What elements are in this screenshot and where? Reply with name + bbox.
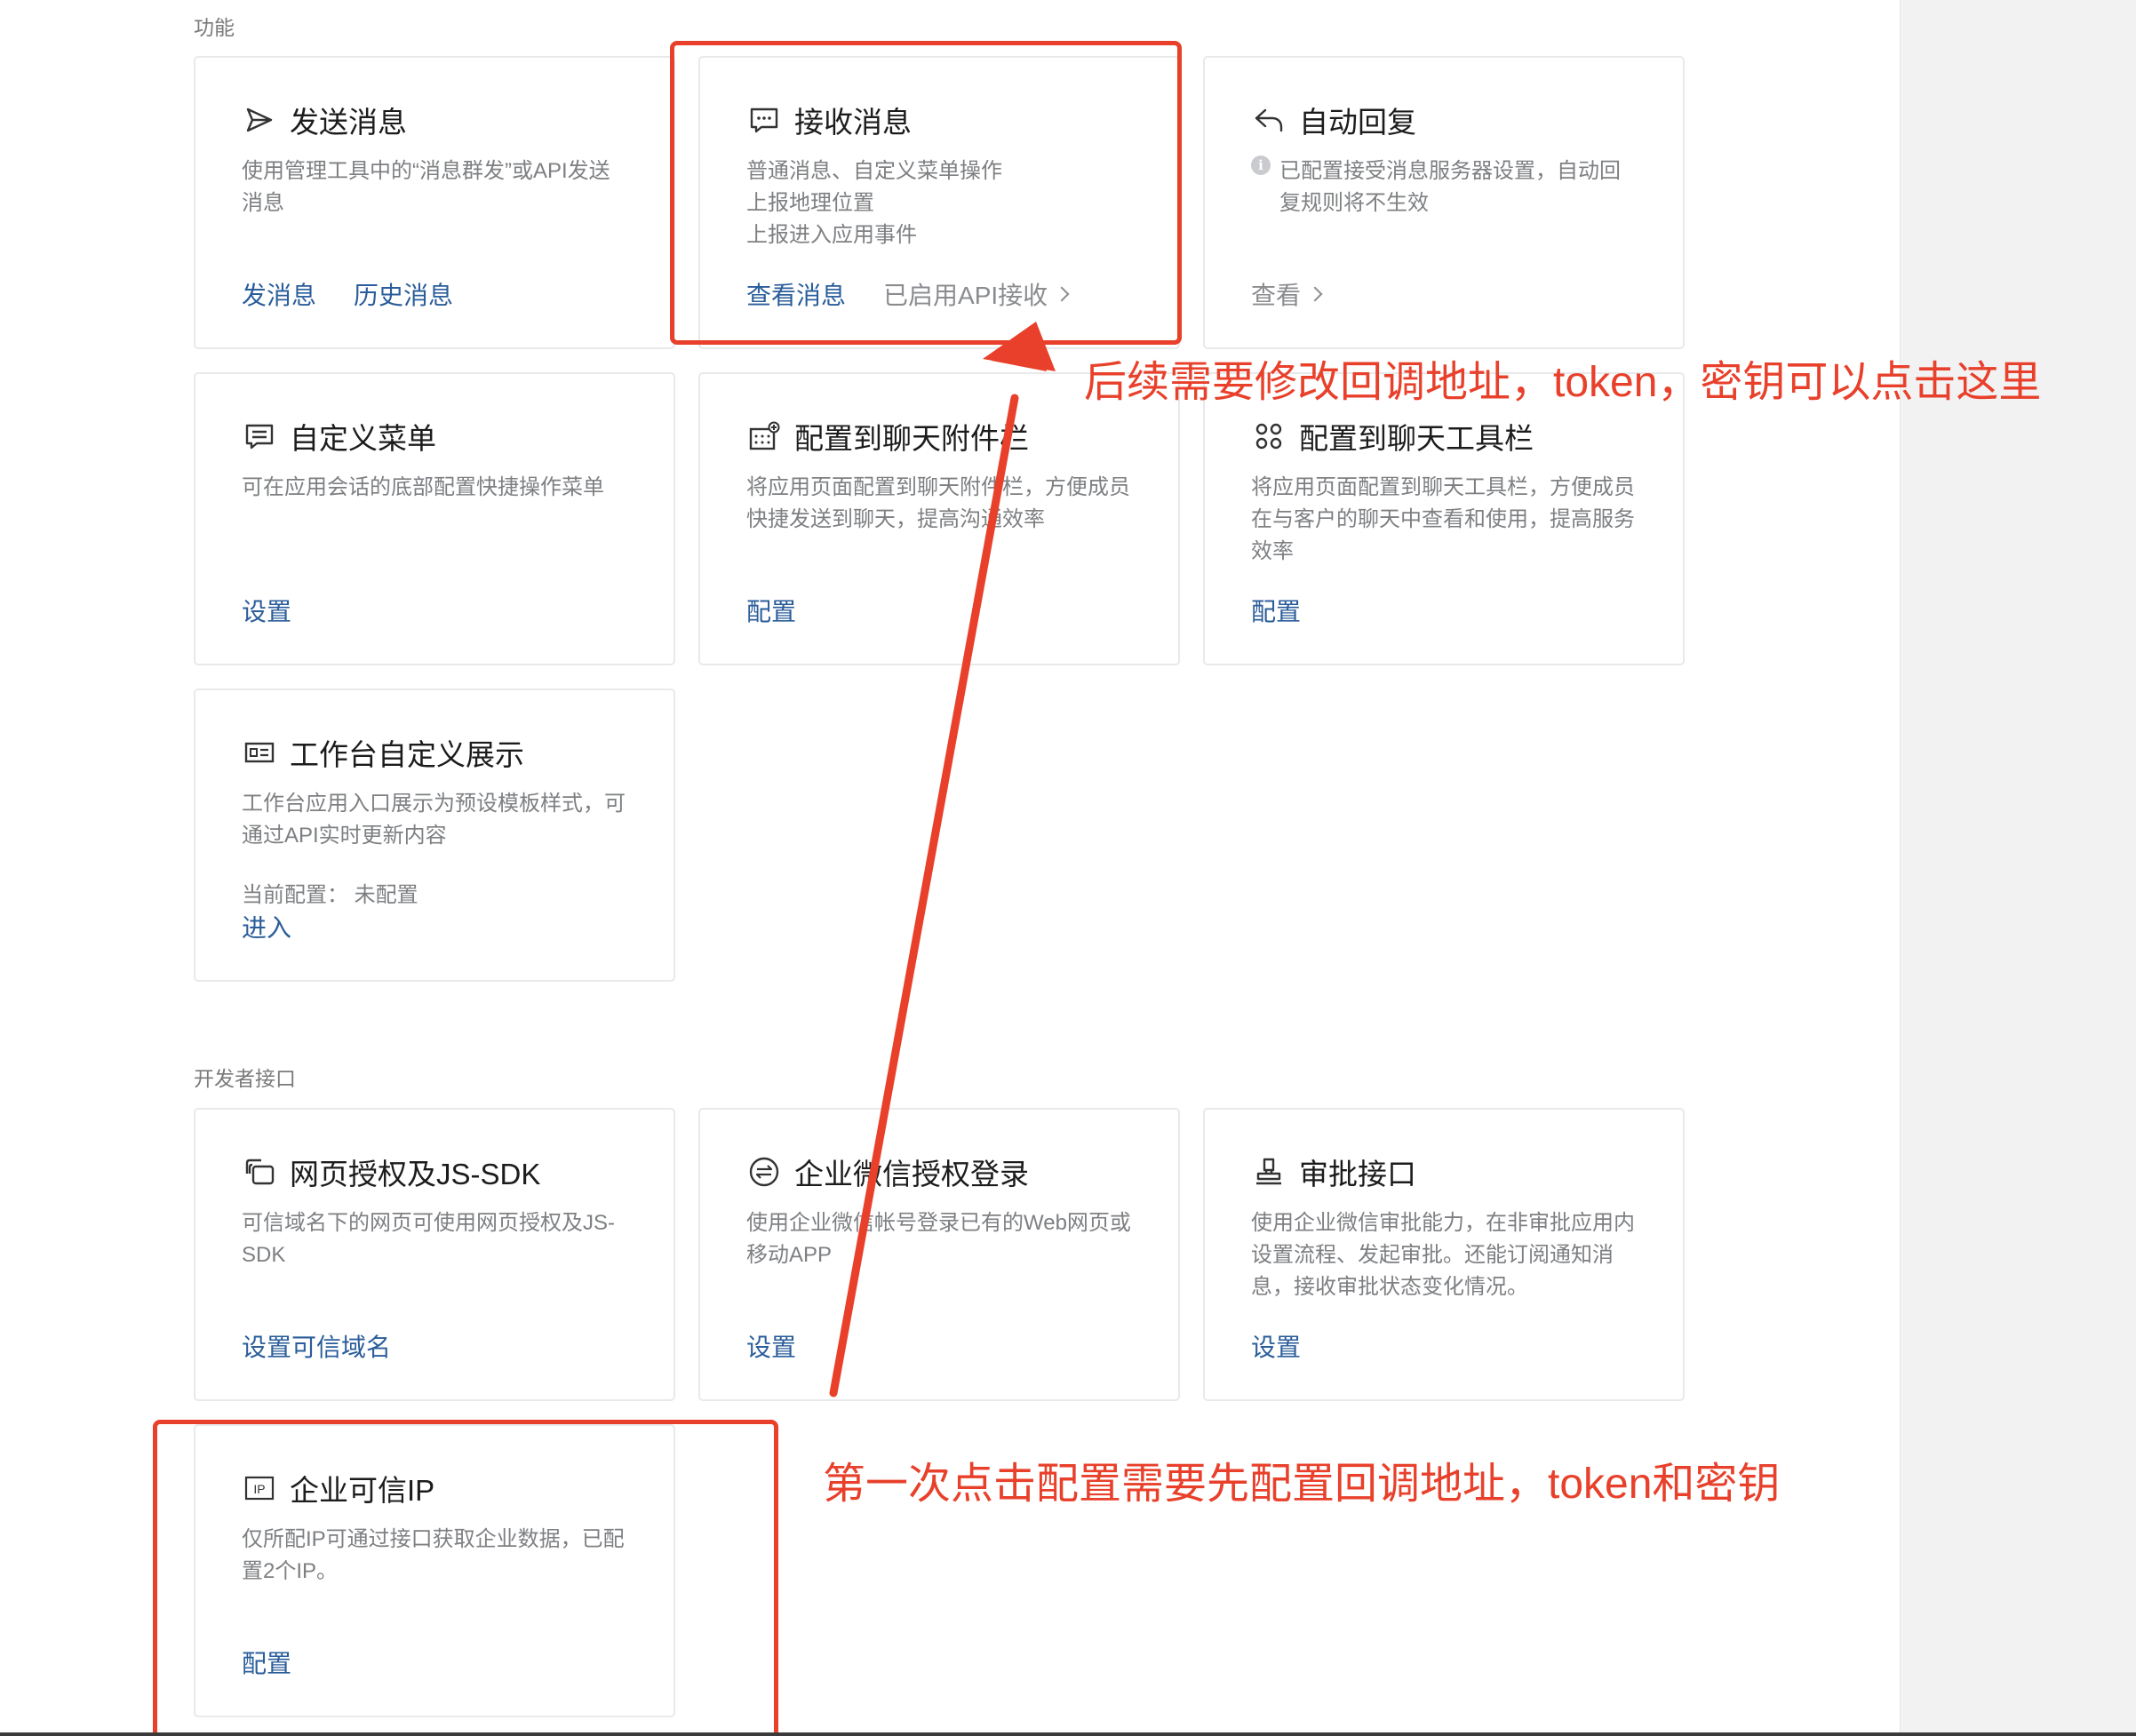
desc-line: 普通消息、自定义菜单操作 [746,159,1002,183]
bottom-border [0,1732,2136,1736]
card-wechat-work-login: 企业微信授权登录 使用企业微信帐号登录已有的Web网页或 移动APP 设置 [698,1108,1180,1401]
card-title: 工作台自定义展示 [290,738,524,771]
desc-line: 效率 [1251,539,1294,563]
set-trusted-domain-link[interactable]: 设置可信域名 [242,1328,391,1364]
card-description: 使用企业微信帐号登录已有的Web网页或 移动APP [746,1207,1137,1271]
desc-line: 使用企业微信帐号登录已有的Web网页或 [746,1211,1131,1235]
annotation-text-bottom: 第一次点击配置需要先配置回调地址，token和密钥 [823,1461,1781,1508]
send-icon [242,102,277,138]
desc-line: 可在应用会话的底部配置快捷操作菜单 [242,475,604,499]
card-description: 普通消息、自定义菜单操作 上报地理位置 上报进入应用事件 [746,155,1137,251]
desc-line: 设置流程、发起审批。还能订阅通知消 [1251,1243,1614,1267]
card-trusted-ip: IP 企业可信IP 仅所配IP可通过接口获取企业数据，已配 置2个IP。 配置 [194,1424,675,1717]
view-auto-reply-link[interactable]: 查看 [1251,276,1323,312]
card-description: 可信域名下的网页可使用网页授权及JS- SDK [242,1207,633,1271]
card-title: 自定义菜单 [290,422,436,455]
chat-attachment-icon [746,418,782,454]
desc-line: 通过API实时更新内容 [242,824,447,848]
svg-text:IP: IP [253,1482,265,1496]
approval-settings-link[interactable]: 设置 [1251,1328,1301,1364]
desc-line: 将应用页面配置到聊天附件栏，方便成员 [746,475,1130,499]
desc-line: 上报进入应用事件 [746,223,917,247]
card-title: 网页授权及JS-SDK [290,1158,541,1191]
card-chat-attachment: 配置到聊天附件栏 将应用页面配置到聊天附件栏，方便成员 快捷发送到聊天，提高沟通… [698,372,1180,665]
switch-icon [746,1154,782,1190]
web-auth-icon [242,1154,277,1190]
desc-line: 工作台应用入口展示为预设模板样式，可 [242,792,626,816]
desc-line: 可信域名下的网页可使用网页授权及JS- [242,1211,615,1235]
card-approval-api: 审批接口 使用企业微信审批能力，在非审批应用内 设置流程、发起审批。还能订阅通知… [1203,1108,1685,1401]
api-receive-status-link[interactable]: 已启用API接收 [883,276,1070,312]
section-label-features: 功能 [194,16,235,39]
card-title: 发送消息 [290,106,407,139]
desc-line: 移动APP [746,1243,833,1267]
desc-line: 上报地理位置 [746,191,874,215]
card-description: 工作台应用入口展示为预设模板样式，可 通过API实时更新内容 [242,788,633,852]
desc-line: 将应用页面配置到聊天工具栏，方便成员 [1251,475,1635,499]
ip-icon: IP [242,1470,277,1506]
workbench-icon [242,735,277,770]
wxlogin-settings-link[interactable]: 设置 [746,1328,796,1364]
card-web-auth-jssdk: 网页授权及JS-SDK 可信域名下的网页可使用网页授权及JS- SDK 设置可信… [194,1108,675,1401]
card-description: 将应用页面配置到聊天工具栏，方便成员 在与客户的聊天中查看和使用，提高服务 效率 [1251,472,1642,568]
card-title: 审批接口 [1299,1158,1416,1191]
view-messages-link[interactable]: 查看消息 [746,276,846,312]
toolbar-icon [1251,418,1287,454]
card-title: 配置到聊天工具栏 [1299,422,1534,455]
info-icon: i [1251,155,1271,175]
trusted-ip-config-link[interactable]: 配置 [242,1644,291,1680]
message-bubble-icon [746,102,782,138]
card-custom-menu: 自定义菜单 可在应用会话的底部配置快捷操作菜单 设置 [194,372,675,665]
chevron-right-icon [1054,286,1070,302]
api-receive-status-label: 已启用API接收 [883,282,1048,309]
desc-line: SDK [242,1243,286,1267]
workbench-enter-link[interactable]: 进入 [242,909,291,944]
desc-line: 快捷发送到聊天，提高沟通效率 [746,507,1045,531]
send-message-link[interactable]: 发消息 [242,276,316,312]
current-config-status: 当前配置： 未配置 [242,883,418,907]
card-auto-reply: 自动回复 i 已配置接受消息服务器设置，自动回复规则将不生效 查看 [1203,56,1685,349]
card-description: 可在应用会话的底部配置快捷操作菜单 [242,472,633,504]
toolbar-config-link[interactable]: 配置 [1251,593,1301,628]
reply-icon [1251,102,1287,138]
card-description: i 已配置接受消息服务器设置，自动回复规则将不生效 [1251,155,1642,219]
card-description: 仅所配IP可通过接口获取企业数据，已配 置2个IP。 [242,1524,633,1588]
annotation-text-top: 后续需要修改回调地址，token，密钥可以点击这里 [1084,359,2042,406]
menu-settings-link[interactable]: 设置 [242,593,291,628]
card-description: 使用企业微信审批能力，在非审批应用内 设置流程、发起审批。还能订阅通知消 息，接… [1251,1207,1642,1303]
desc-line: 消息 [242,191,284,215]
card-title: 企业微信授权登录 [794,1158,1029,1191]
chevron-right-icon [1307,286,1323,302]
desc-line: 在与客户的聊天中查看和使用，提高服务 [1251,507,1635,531]
card-title: 自动回复 [1299,106,1416,139]
right-gutter [1900,0,2136,1736]
history-messages-link[interactable]: 历史消息 [354,276,453,312]
stamp-icon [1251,1154,1287,1190]
card-description: 将应用页面配置到聊天附件栏，方便成员 快捷发送到聊天，提高沟通效率 [746,472,1137,536]
desc-line: 仅所配IP可通过接口获取企业数据，已配 [242,1527,625,1551]
section-label-developer: 开发者接口 [194,1067,296,1090]
desc-line: 使用管理工具中的“消息群发”或API发送 [242,159,610,183]
desc-line: 使用企业微信审批能力，在非审批应用内 [1251,1211,1635,1235]
notice-text: 已配置接受消息服务器设置，自动回复规则将不生效 [1279,159,1621,215]
card-workbench-display: 工作台自定义展示 工作台应用入口展示为预设模板样式，可 通过API实时更新内容 … [194,689,675,982]
desc-line: 息，接收审批状态变化情况。 [1251,1275,1528,1299]
card-chat-toolbar: 配置到聊天工具栏 将应用页面配置到聊天工具栏，方便成员 在与客户的聊天中查看和使… [1203,372,1685,665]
view-label: 查看 [1251,282,1302,309]
menu-icon [242,418,277,454]
desc-line: 置2个IP。 [242,1559,339,1583]
card-description: 使用管理工具中的“消息群发”或API发送 消息 [242,155,633,219]
card-receive-message: 接收消息 普通消息、自定义菜单操作 上报地理位置 上报进入应用事件 查看消息 已… [698,56,1180,349]
card-send-message: 发送消息 使用管理工具中的“消息群发”或API发送 消息 发消息 历史消息 [194,56,675,349]
card-title: 接收消息 [794,106,912,139]
card-title: 企业可信IP [290,1474,435,1507]
attachment-config-link[interactable]: 配置 [746,593,796,628]
card-title: 配置到聊天附件栏 [794,422,1029,455]
